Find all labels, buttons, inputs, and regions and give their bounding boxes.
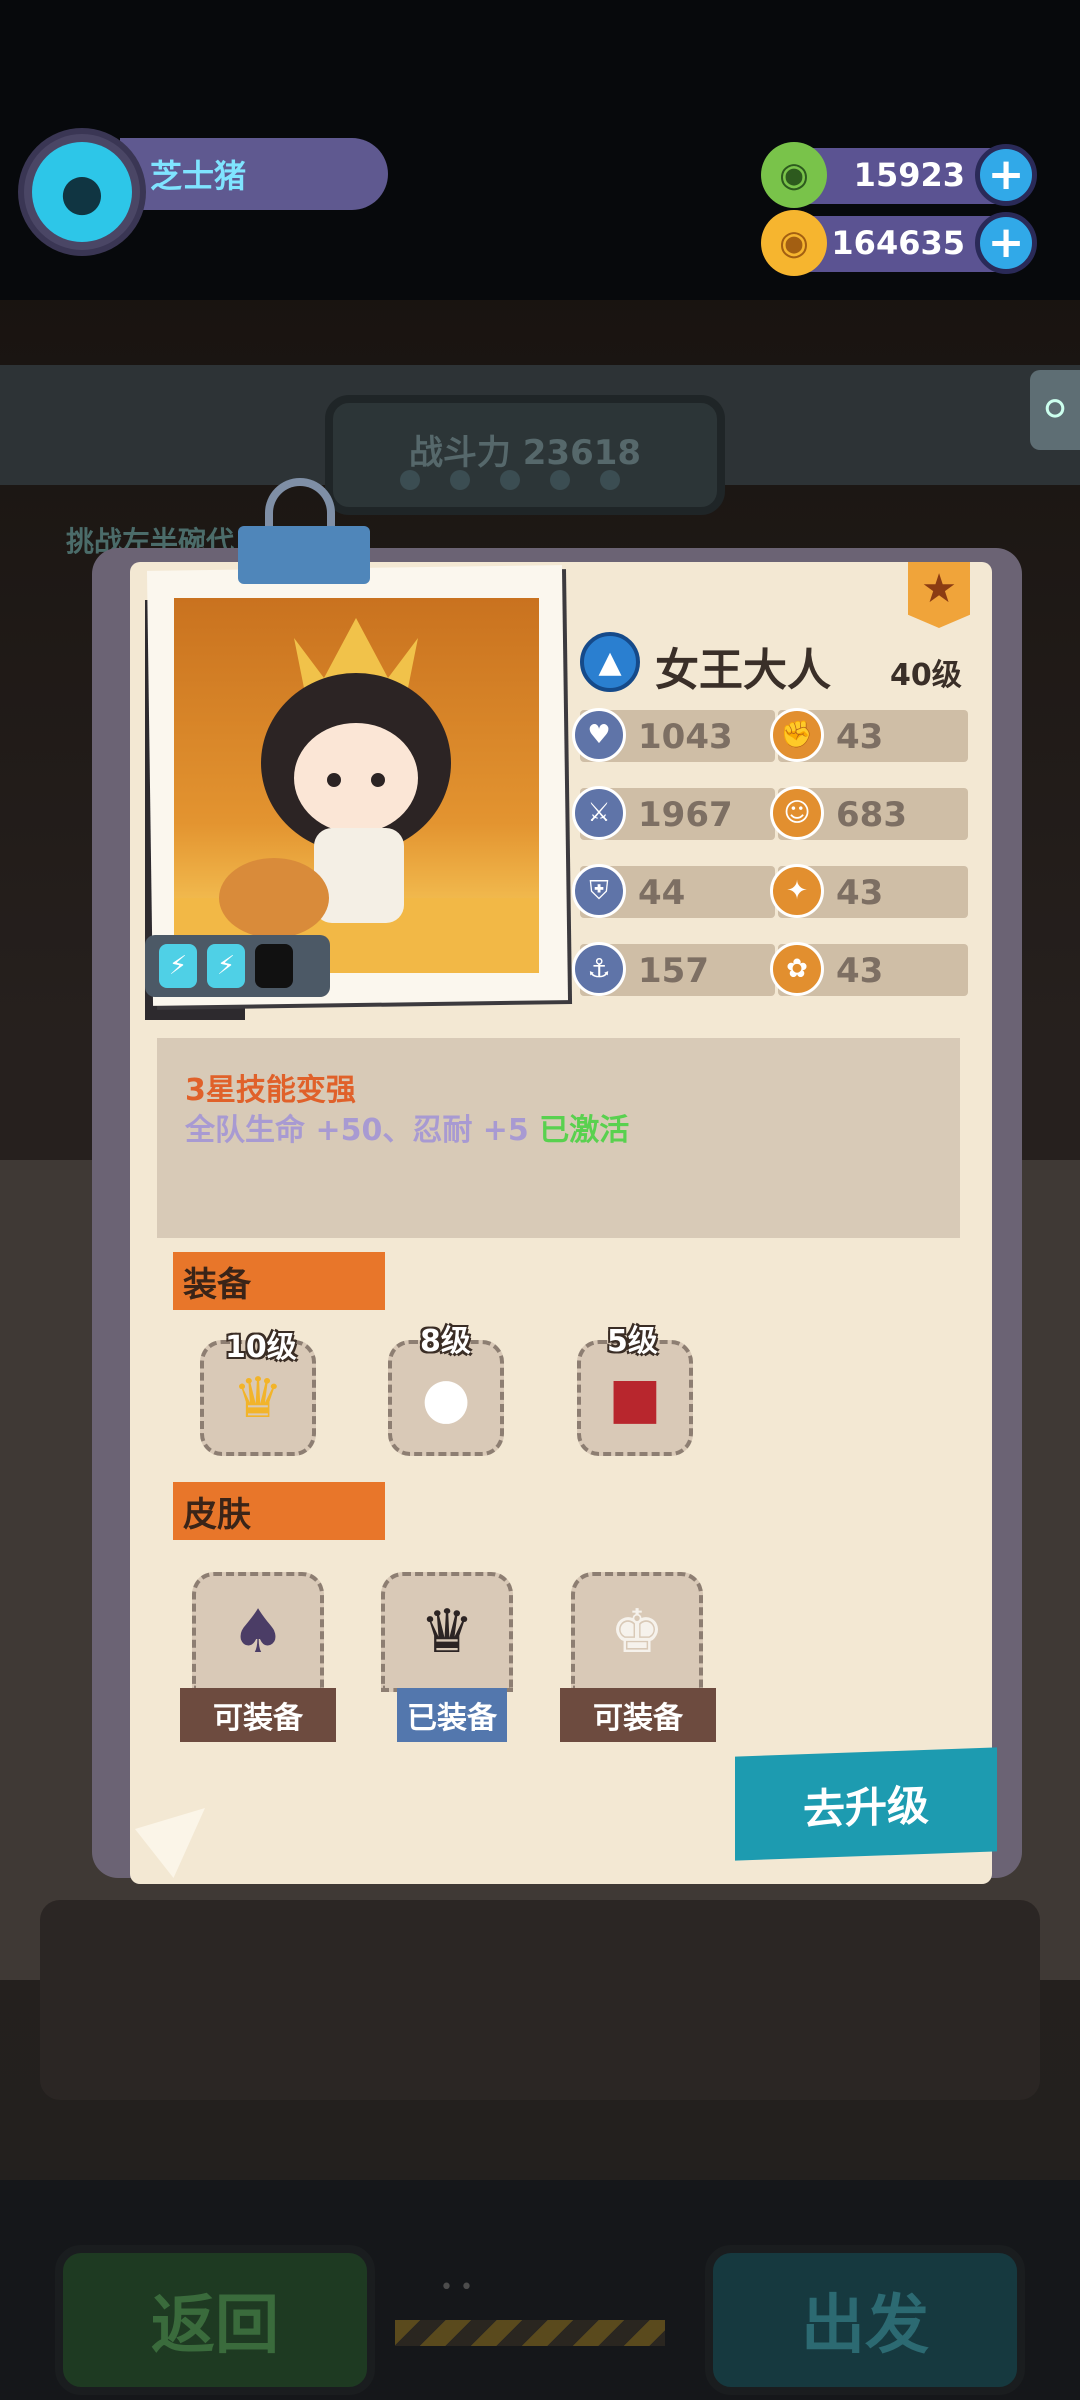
- skill-badges: ⚡ ⚡: [145, 935, 330, 997]
- equipment-level: 10级: [225, 1330, 297, 1365]
- stat-value: 43: [836, 951, 884, 991]
- skin-slot-1[interactable]: ♠: [192, 1572, 324, 1692]
- skill-title: 3星技能变强: [185, 1073, 356, 1108]
- lightning-badge-icon: ⚡: [159, 944, 197, 988]
- stat-value: 1043: [638, 717, 733, 757]
- skill-description: 全队生命 +50、忍耐 +5 已激活: [185, 1105, 629, 1149]
- currency-gold: ◉ 164635 +: [761, 210, 1037, 276]
- currency-green-value: 15923: [853, 156, 965, 194]
- share-icon[interactable]: ⚪: [1030, 370, 1080, 450]
- back-button[interactable]: 返回: [55, 2245, 375, 2395]
- page-dots: • •: [440, 2275, 473, 2300]
- equip-skin-button[interactable]: 可装备: [180, 1688, 336, 1742]
- upgrade-button[interactable]: 去升级: [735, 1747, 997, 1861]
- add-green-button[interactable]: +: [975, 144, 1037, 206]
- crown-icon: ♛: [232, 1365, 284, 1431]
- power-display: 战斗力 23618: [325, 395, 725, 515]
- sword-shield-icon: ⚔: [572, 786, 626, 840]
- stat-value: 43: [836, 717, 884, 757]
- upgrade-label: 去升级: [802, 1780, 929, 1834]
- skins-tab: 皮肤: [173, 1482, 385, 1540]
- skill-status: 已激活: [539, 1113, 630, 1148]
- stat-hp: ♥ 1043: [572, 708, 775, 762]
- lightning-badge-icon: ⚡: [207, 944, 245, 988]
- stat-attack: ⚔ 1967: [572, 786, 775, 840]
- add-gold-button[interactable]: +: [975, 212, 1037, 274]
- equipment-tab-label: 装备: [183, 1264, 251, 1305]
- smile-icon: ☺: [770, 786, 824, 840]
- anchor-shield-icon: ⚓: [572, 942, 626, 996]
- equip-skin-button[interactable]: 可装备: [560, 1688, 716, 1742]
- stat-power: ✦ 43: [770, 864, 968, 918]
- hero-name: 女王大人: [655, 645, 831, 696]
- skin-slot-3[interactable]: ♚: [571, 1572, 703, 1692]
- background-book-base: [40, 1900, 1040, 2100]
- stat-value: 157: [638, 951, 709, 991]
- hero-portrait: [174, 598, 539, 973]
- back-label: 返回: [151, 2289, 279, 2363]
- equipped-skin-button[interactable]: 已装备: [397, 1688, 507, 1742]
- white-pet-icon: ●: [421, 1365, 471, 1431]
- player-name-bar[interactable]: 芝士猪: [120, 138, 388, 210]
- equipment-tab: 装备: [173, 1252, 385, 1310]
- stat-value: 44: [638, 873, 686, 913]
- power-dots: [400, 470, 660, 490]
- skins-tab-label: 皮肤: [183, 1494, 251, 1535]
- empty-badge-icon: [255, 944, 293, 988]
- shield-icon: ⛨: [572, 864, 626, 918]
- favorite-star-icon[interactable]: ★: [908, 562, 970, 628]
- hero-level: 40级: [890, 658, 962, 693]
- equipment-level: 8级: [420, 1324, 471, 1359]
- player-avatar[interactable]: ●: [18, 128, 146, 256]
- currency-gold-value: 164635: [831, 224, 965, 262]
- skin-slot-2[interactable]: ♛: [381, 1572, 513, 1692]
- stat-value: 43: [836, 873, 884, 913]
- currency-green: ◉ 15923 +: [761, 142, 1037, 208]
- stat-resist: ⚓ 157: [572, 942, 775, 996]
- dark-queen-skin-icon: ♠: [231, 1597, 285, 1667]
- stat-charm: ☺ 683: [770, 786, 968, 840]
- depart-label: 出发: [801, 2289, 929, 2363]
- class-icon: ▲: [580, 632, 640, 692]
- muscle-icon: ✦: [770, 864, 824, 918]
- stat-defense: ⛨ 44: [572, 864, 775, 918]
- red-cloak-pet-icon: ■: [608, 1365, 662, 1431]
- heart-shield-icon: ♥: [572, 708, 626, 762]
- white-king-skin-icon: ♚: [610, 1597, 664, 1667]
- player-name: 芝士猪: [150, 157, 247, 195]
- stat-intellect: ✿ 43: [770, 942, 968, 996]
- planet-coin-icon: ◉: [761, 210, 827, 276]
- binder-clip: [238, 526, 370, 584]
- stat-value: 683: [836, 795, 907, 835]
- brain-icon: ✿: [770, 942, 824, 996]
- stat-value: 1967: [638, 795, 733, 835]
- power-label: 战斗力 23618: [408, 433, 642, 473]
- fist-icon: ✊: [770, 708, 824, 762]
- stat-strength: ✊ 43: [770, 708, 968, 762]
- hazard-stripe: [395, 2320, 665, 2346]
- cat-face-icon: ●: [32, 142, 132, 242]
- depart-button[interactable]: 出发: [705, 2245, 1025, 2395]
- queen-skin-icon: ♛: [420, 1597, 474, 1667]
- green-coin-icon: ◉: [761, 142, 827, 208]
- equipment-level: 5级: [607, 1324, 658, 1359]
- skill-effect: 全队生命 +50、忍耐 +5: [185, 1113, 540, 1148]
